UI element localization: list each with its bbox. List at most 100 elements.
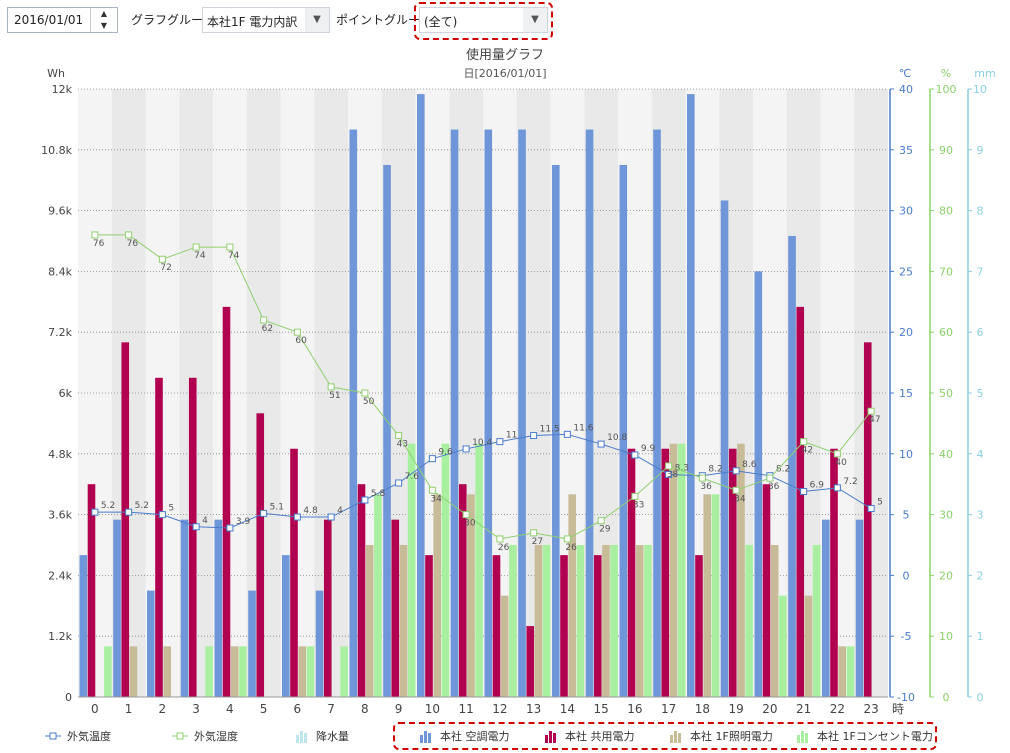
data-label: 11.5 [540,425,560,435]
line-point [462,445,470,453]
y-tick-label: 4.8k [48,448,72,461]
bar-1 [796,306,805,697]
chart-legend: 外気温度 外気湿度 降水量 本社 空調電力 本社 共用電力 本社 1F照明電力 本社 1Fコ… [0,722,1010,750]
right-tick-label: 0 [943,691,950,704]
right-tick-label: 20 [939,569,953,582]
data-label: 36 [700,482,712,492]
line-point [530,432,538,440]
bar-2 [568,494,576,697]
x-tick-label: 2 [159,702,167,716]
legend-item[interactable]: 本社 空調電力 [420,728,510,746]
line-point [125,231,133,239]
bar-3 [104,646,112,697]
data-label: 26 [565,543,577,553]
line-point [597,517,605,525]
right-tick-label: 80 [939,205,953,218]
bar-2 [737,443,745,697]
line-point [158,255,166,263]
bar-2 [298,646,306,697]
data-label: 38 [667,470,679,480]
bar-2 [669,443,678,697]
y-tick-label: 3.6k [48,509,72,522]
line-point [800,438,808,446]
bar-2 [602,545,610,697]
line-point [597,440,605,448]
x-tick-label: 16 [627,702,642,716]
bar-2 [703,494,711,697]
bar-lightblue-icon [296,729,310,746]
data-label: 7.6 [405,472,420,482]
legend-item[interactable]: 本社 1Fコンセント電力 [797,728,933,746]
line-point [631,451,639,459]
bar-1 [695,555,703,697]
data-label: 11.6 [573,423,593,433]
data-label: 26 [498,543,510,553]
bar-2 [163,646,171,697]
x-tick-label: 3 [192,702,200,716]
bar-1 [391,519,400,697]
x-tick-label: 0 [91,702,99,716]
bar-1 [357,484,366,697]
bar-3 [306,646,315,697]
legend-label: 本社 空調電力 [440,730,510,743]
data-label: 34 [734,494,746,504]
bar-0 [754,271,763,697]
line-point [698,474,706,482]
line-point [732,467,740,475]
legend-item[interactable]: 外気湿度 [172,728,238,744]
y-tick-label: 9.6k [48,205,72,218]
data-label: 36 [768,482,780,492]
data-label: 10.4 [472,438,492,448]
line-square-green-icon [172,731,188,744]
legend-item[interactable]: 本社 1F照明電力 [670,728,773,746]
data-label: 5.1 [270,502,284,512]
x-tick-label: 10 [425,702,440,716]
bar-2 [635,545,644,697]
data-label: 7.2 [843,477,857,487]
data-label: 9.9 [641,444,656,454]
line-square-blue-icon [45,731,61,744]
legend-item[interactable]: 外気温度 [45,728,111,744]
right-axis-unit: mm [974,67,995,80]
right-tick-label: 40 [899,83,913,96]
data-label: 10.8 [607,433,627,443]
bar-1 [323,519,332,697]
y-tick-label: 0 [65,691,72,704]
x-tick-label: 21 [796,702,811,716]
bar-3 [475,443,483,697]
right-tick-label: 10 [899,448,913,461]
bar-1 [560,555,568,697]
bar-2 [399,545,408,697]
right-tick-label: 60 [939,326,953,339]
legend-item[interactable]: 降水量 [296,728,349,746]
right-tick-label: 2 [977,569,984,582]
bar-1 [256,413,265,697]
right-axis-unit: % [941,67,951,80]
line-point [833,484,841,492]
bar-0 [687,94,695,698]
bar-3 [846,646,855,697]
data-label: 40 [835,458,847,468]
bar-1 [762,484,771,697]
bar-0 [383,165,391,697]
bar-1 [222,306,231,697]
bar-0 [282,555,290,697]
right-tick-label: 7 [977,265,984,278]
bar-1 [290,448,298,697]
bar-0 [653,129,661,698]
legend-label: 本社 1Fコンセント電力 [817,730,933,743]
right-tick-label: 40 [939,448,953,461]
line-point [192,523,200,531]
bar-0 [619,165,628,697]
right-tick-label: 10 [939,630,953,643]
line-point [293,328,301,336]
legend-item[interactable]: 本社 共用電力 [545,728,635,746]
data-label: 5.8 [371,489,386,499]
bar-1 [425,555,433,697]
bar-1 [87,484,96,697]
bar-1 [728,448,737,697]
data-label: 47 [869,415,880,425]
line-point [293,513,301,521]
line-point [496,535,504,543]
legend-label: 本社 1F照明電力 [690,730,773,743]
